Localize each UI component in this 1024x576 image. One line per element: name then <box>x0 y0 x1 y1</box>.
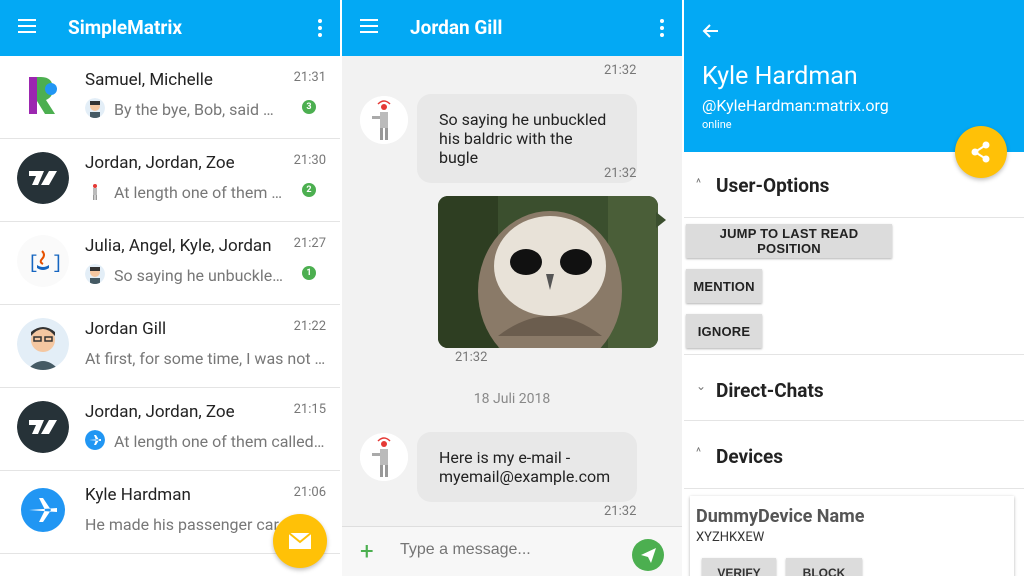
app-bar: Jordan Gill <box>342 0 682 56</box>
device-card: DummyDevice Name XYZHKXEW VERIFY BLOCK <box>690 496 1014 576</box>
section-direct-chats[interactable]: ⌄ Direct-Chats <box>684 354 1024 421</box>
unread-badge: 2 <box>302 183 316 197</box>
avatar-face-icon <box>17 318 69 370</box>
bubble-tail <box>656 212 666 228</box>
chat-title: Jordan Gill <box>410 16 503 39</box>
section-devices[interactable]: ^ Devices <box>684 421 1024 489</box>
jump-to-last-read-button[interactable]: JUMP TO LAST READ POSITION <box>686 224 892 258</box>
verify-button[interactable]: VERIFY <box>702 558 776 576</box>
room-list-item[interactable]: Jordan, Jordan, Zoe 21:30 At length one … <box>0 139 340 222</box>
robot-icon <box>360 433 408 481</box>
more-options-icon[interactable] <box>660 19 664 37</box>
message-composer: + <box>342 526 682 576</box>
chevron-up-icon: ^ <box>696 445 702 459</box>
menu-icon[interactable] <box>360 19 380 35</box>
mention-button[interactable]: MENTION <box>686 269 762 303</box>
mail-icon <box>288 532 312 549</box>
app-title: SimpleMatrix <box>68 16 183 39</box>
app-bar: SimpleMatrix <box>0 0 340 56</box>
room-list-item[interactable]: [] Julia, Angel, Kyle, Jordan 21:27 So s… <box>0 222 340 305</box>
matrix-logo-icon <box>17 69 69 121</box>
section-title: Direct-Chats <box>716 379 824 402</box>
svg-text:[: [ <box>28 254 39 274</box>
room-preview: At first, for some time, I was not … <box>85 349 326 368</box>
send-icon <box>641 548 656 563</box>
back-arrow-icon[interactable] <box>702 22 720 40</box>
room-preview: At length one of them called… <box>114 432 325 451</box>
user-panel: Kyle Hardman @KyleHardman:matrix.org onl… <box>684 0 1024 576</box>
owl-photo[interactable] <box>438 196 658 348</box>
room-preview: By the bye, Bob, said … <box>114 100 274 119</box>
chevron-up-icon: ^ <box>696 176 702 190</box>
ignore-button[interactable]: IGNORE <box>686 314 762 348</box>
message-time: 21:32 <box>604 504 637 519</box>
room-name: Julia, Angel, Kyle, Jordan <box>85 236 272 256</box>
message-time: 21:32 <box>455 350 488 365</box>
device-name: DummyDevice Name <box>696 506 865 527</box>
airplane-icon <box>85 430 105 450</box>
new-chat-button[interactable] <box>273 514 327 568</box>
room-list-item[interactable]: Samuel, Michelle 21:31 By the bye, Bob, … <box>0 56 340 139</box>
unread-badge: 1 <box>302 266 316 280</box>
riot-logo-icon <box>17 152 69 204</box>
airplane-icon <box>17 484 69 536</box>
room-time: 21:22 <box>293 319 326 334</box>
room-list-item[interactable]: Jordan Gill 21:22 At first, for some tim… <box>0 305 340 388</box>
menu-icon[interactable] <box>18 19 38 35</box>
add-attachment-icon[interactable]: + <box>360 539 374 563</box>
more-options-icon[interactable] <box>318 19 322 37</box>
room-name: Jordan Gill <box>85 319 167 339</box>
room-preview: So saying he unbuckle… <box>114 266 283 285</box>
section-title: User-Options <box>716 174 830 197</box>
date-separator: 18 Juli 2018 <box>473 391 551 407</box>
avatar-face-icon <box>85 264 105 284</box>
room-name: Jordan, Jordan, Zoe <box>85 402 235 422</box>
robot-icon <box>360 96 408 144</box>
room-list-item[interactable]: Jordan, Jordan, Zoe 21:15 At length one … <box>0 388 340 471</box>
message-bubble: Here is my e-mail - myemail@example.com <box>417 432 637 502</box>
robot-icon <box>85 181 105 201</box>
block-button[interactable]: BLOCK <box>786 558 862 576</box>
unread-badge: 3 <box>302 100 316 114</box>
section-title: Devices <box>716 445 784 468</box>
screenshot-collage: SimpleMatrix Samuel, Michelle 21:31 By t… <box>0 0 1024 576</box>
chevron-down-icon: ⌄ <box>696 379 707 393</box>
user-id: @KyleHardman:matrix.org <box>702 96 889 115</box>
presence-status: online <box>702 118 732 131</box>
device-id: XYZHKXEW <box>696 530 765 545</box>
room-time: 21:15 <box>293 402 326 417</box>
riot-logo-icon <box>17 401 69 453</box>
user-name: Kyle Hardman <box>702 62 858 91</box>
message-input[interactable] <box>400 541 620 559</box>
room-name: Samuel, Michelle <box>85 70 213 90</box>
chat-panel: Jordan Gill 21:32 So saying he unbuckled… <box>342 0 682 576</box>
room-preview: At length one of them … <box>114 183 283 202</box>
avatar-face-icon <box>85 98 105 118</box>
message-time: 21:32 <box>604 166 637 181</box>
section-user-options[interactable]: ^ User-Options <box>684 152 1024 218</box>
room-name: Kyle Hardman <box>85 485 191 505</box>
room-time: 21:31 <box>293 70 326 85</box>
send-button[interactable] <box>632 539 664 571</box>
room-time: 21:27 <box>293 236 326 251</box>
rooms-panel: SimpleMatrix Samuel, Michelle 21:31 By t… <box>0 0 340 576</box>
room-time: 21:30 <box>293 153 326 168</box>
message-time: 21:32 <box>604 63 637 78</box>
room-name: Jordan, Jordan, Zoe <box>85 153 235 173</box>
java-logo-icon: [] <box>17 235 69 287</box>
svg-text:]: ] <box>52 254 63 274</box>
room-time: 21:06 <box>293 485 326 500</box>
